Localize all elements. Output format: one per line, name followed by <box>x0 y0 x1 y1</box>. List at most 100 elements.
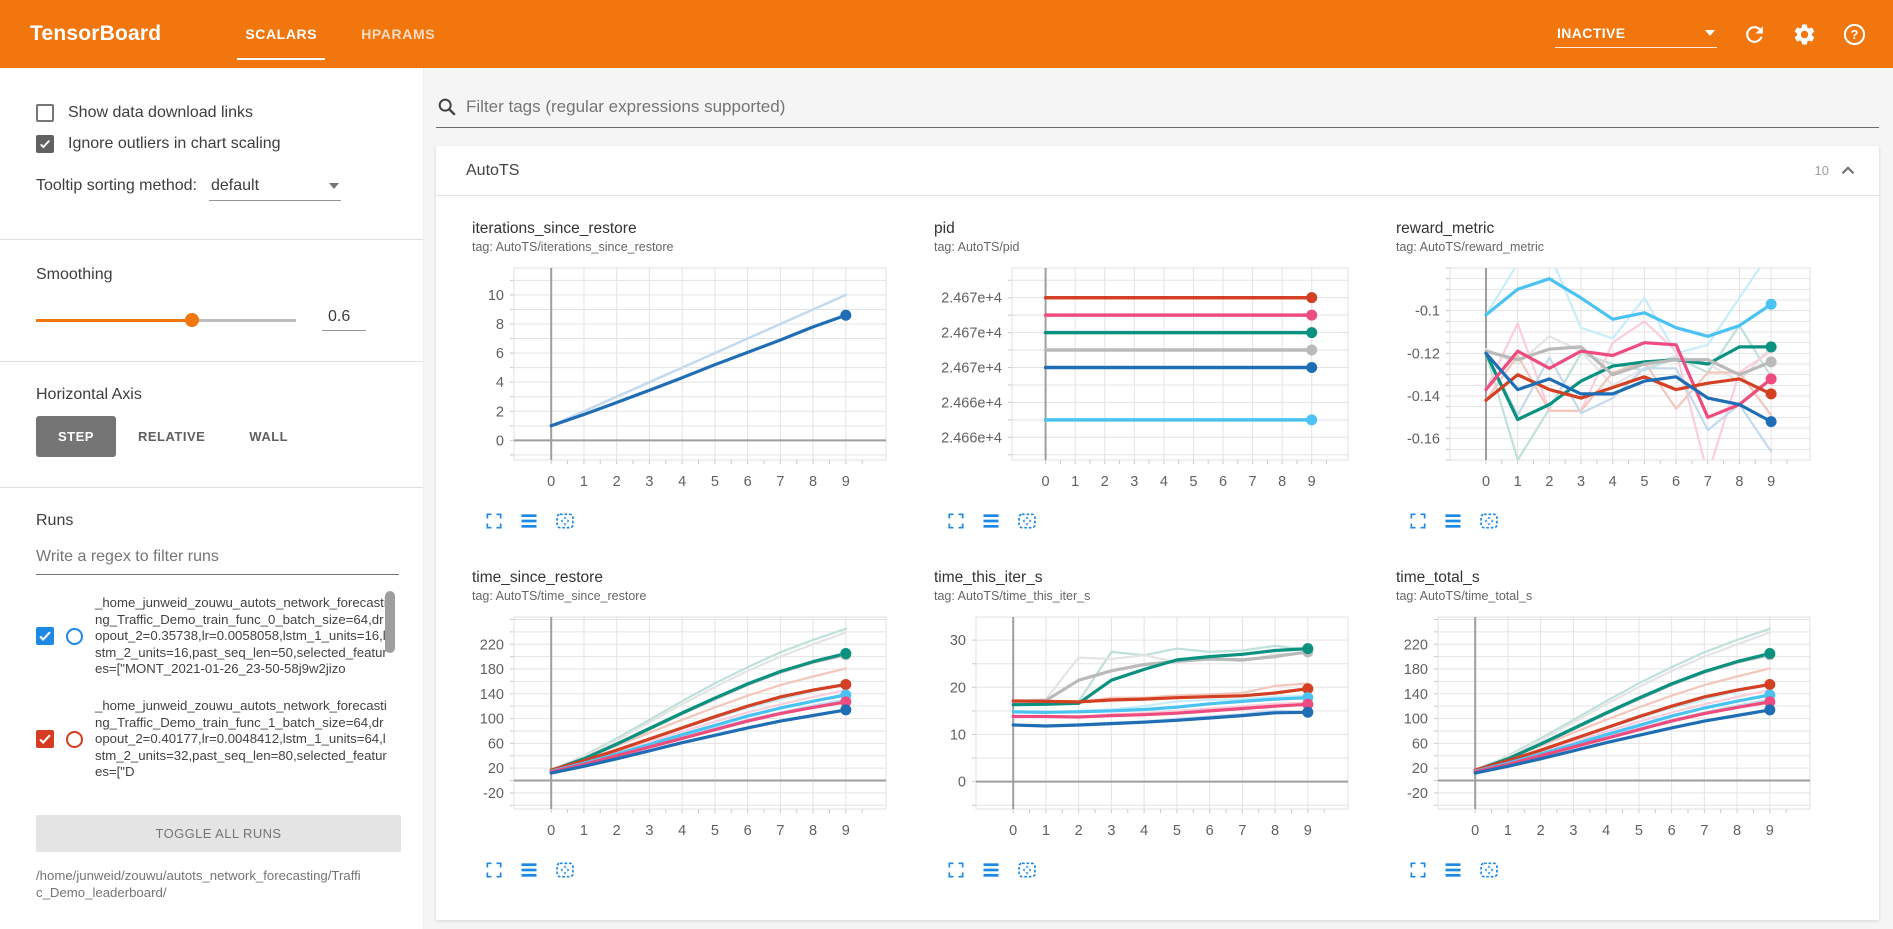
svg-text:1: 1 <box>1504 823 1512 839</box>
run-checkbox[interactable] <box>36 627 54 645</box>
svg-text:7: 7 <box>1704 474 1712 490</box>
runs-selector-icon[interactable] <box>519 511 539 531</box>
svg-text:-20: -20 <box>1407 786 1428 802</box>
chart-card-time_total_s: time_total_stag: AutoTS/time_total_s-202… <box>1378 569 1830 880</box>
svg-text:20: 20 <box>1412 761 1428 777</box>
fit-domain-icon[interactable] <box>554 860 576 880</box>
runs-selector-icon[interactable] <box>1443 860 1463 880</box>
chart-tag: tag: AutoTS/pid <box>934 240 1368 254</box>
settings-gear-icon[interactable] <box>1791 21 1817 47</box>
svg-text:0: 0 <box>547 474 555 490</box>
svg-text:4: 4 <box>1140 823 1148 839</box>
show-download-links-checkbox[interactable]: Show data download links <box>36 104 399 122</box>
ignore-outliers-checkbox[interactable]: Ignore outliers in chart scaling <box>36 135 399 153</box>
svg-text:5: 5 <box>1173 823 1181 839</box>
run-item[interactable]: _home_junweid_zouwu_autots_network_forec… <box>36 688 399 791</box>
expand-chart-icon[interactable] <box>484 511 504 531</box>
expand-chart-icon[interactable] <box>484 860 504 880</box>
svg-text:6: 6 <box>744 474 752 490</box>
runs-selector-icon[interactable] <box>1443 511 1463 531</box>
chart-tag: tag: AutoTS/time_since_restore <box>472 589 906 603</box>
logdir-path: /home/junweid/zouwu/autots_network_forec… <box>36 868 366 901</box>
run-item[interactable]: _home_junweid_zouwu_autots_network_forec… <box>36 585 399 688</box>
svg-text:4: 4 <box>678 823 686 839</box>
chart-count-badge: 10 <box>1815 163 1829 178</box>
chart-plot-iterations_since_restore[interactable]: 02468100123456789 <box>454 260 894 500</box>
svg-text:0: 0 <box>958 775 966 791</box>
svg-text:3: 3 <box>645 823 653 839</box>
reload-status-select[interactable]: INACTIVE <box>1555 21 1717 48</box>
chart-plot-time_total_s[interactable]: -2020601001401802200123456789 <box>1378 609 1818 849</box>
run-checkbox[interactable] <box>36 730 54 748</box>
runs-regex-input[interactable] <box>36 546 399 575</box>
charts-grid: iterations_since_restoretag: AutoTS/iter… <box>436 196 1879 920</box>
svg-text:6: 6 <box>744 823 752 839</box>
svg-text:8: 8 <box>1271 823 1279 839</box>
svg-text:1: 1 <box>1071 474 1079 490</box>
chart-title: time_total_s <box>1396 569 1830 587</box>
svg-text:6: 6 <box>496 346 504 362</box>
run-radio[interactable] <box>66 731 83 748</box>
run-list: _home_junweid_zouwu_autots_network_forec… <box>36 585 399 813</box>
chart-plot-reward_metric[interactable]: -0.1-0.12-0.14-0.160123456789 <box>1378 260 1818 500</box>
fit-domain-icon[interactable] <box>1478 511 1500 531</box>
chart-plot-pid[interactable]: 2.467e+42.467e+42.467e+42.466e+42.466e+4… <box>916 260 1356 500</box>
svg-text:5: 5 <box>1640 474 1648 490</box>
tag-group-header[interactable]: AutoTS 10 <box>436 146 1879 196</box>
smoothing-value[interactable]: 0.6 <box>322 308 366 331</box>
fit-domain-icon[interactable] <box>1016 511 1038 531</box>
svg-text:1: 1 <box>1042 823 1050 839</box>
refresh-icon[interactable] <box>1741 21 1767 47</box>
chart-toolbar <box>1408 860 1830 880</box>
tooltip-sorting-label: Tooltip sorting method: <box>36 177 197 195</box>
checkbox-checked-icon <box>36 135 54 153</box>
axis-wall-button[interactable]: WALL <box>227 416 310 457</box>
tag-filter-input[interactable] <box>466 97 1879 117</box>
runs-selector-icon[interactable] <box>981 511 1001 531</box>
expand-chart-icon[interactable] <box>1408 860 1428 880</box>
svg-text:8: 8 <box>1735 474 1743 490</box>
axis-step-button[interactable]: STEP <box>36 416 116 457</box>
svg-text:5: 5 <box>1635 823 1643 839</box>
svg-text:220: 220 <box>480 637 504 653</box>
smoothing-slider[interactable] <box>36 313 296 327</box>
expand-chart-icon[interactable] <box>946 511 966 531</box>
chart-card-pid: pidtag: AutoTS/pid2.467e+42.467e+42.467e… <box>916 220 1368 531</box>
chart-plot-time_this_iter_s[interactable]: 01020300123456789 <box>916 609 1356 849</box>
svg-text:6: 6 <box>1668 823 1676 839</box>
chart-plot-time_since_restore[interactable]: -2020601001401802200123456789 <box>454 609 894 849</box>
chart-title: time_this_iter_s <box>934 569 1368 587</box>
svg-text:9: 9 <box>842 823 850 839</box>
svg-text:6: 6 <box>1219 474 1227 490</box>
chart-toolbar <box>946 511 1368 531</box>
fit-domain-icon[interactable] <box>554 511 576 531</box>
horizontal-axis-label: Horizontal Axis <box>36 386 399 404</box>
runs-selector-icon[interactable] <box>981 860 1001 880</box>
svg-text:5: 5 <box>711 823 719 839</box>
tab-hparams[interactable]: HPARAMS <box>339 0 457 68</box>
tab-scalars[interactable]: SCALARS <box>223 0 339 68</box>
svg-text:2: 2 <box>1537 823 1545 839</box>
chart-card-time_since_restore: time_since_restoretag: AutoTS/time_since… <box>454 569 906 880</box>
fit-domain-icon[interactable] <box>1478 860 1500 880</box>
chart-card-iterations_since_restore: iterations_since_restoretag: AutoTS/iter… <box>454 220 906 531</box>
svg-text:180: 180 <box>1404 662 1428 678</box>
tag-filter-bar <box>436 96 1879 128</box>
toggle-all-runs-button[interactable]: TOGGLE ALL RUNS <box>36 815 401 852</box>
run-list-scrollbar[interactable] <box>385 591 395 653</box>
tooltip-sorting-select[interactable]: default <box>209 177 341 201</box>
expand-chart-icon[interactable] <box>946 860 966 880</box>
run-radio[interactable] <box>66 628 83 645</box>
slider-knob[interactable] <box>185 313 199 327</box>
svg-text:-0.14: -0.14 <box>1407 389 1440 405</box>
runs-selector-icon[interactable] <box>519 860 539 880</box>
svg-text:100: 100 <box>1404 712 1428 728</box>
svg-text:5: 5 <box>711 474 719 490</box>
svg-text:4: 4 <box>1602 823 1610 839</box>
chevron-up-icon[interactable] <box>1837 160 1859 182</box>
help-icon[interactable]: ? <box>1841 21 1867 47</box>
svg-text:100: 100 <box>480 712 504 728</box>
fit-domain-icon[interactable] <box>1016 860 1038 880</box>
expand-chart-icon[interactable] <box>1408 511 1428 531</box>
axis-relative-button[interactable]: RELATIVE <box>116 416 227 457</box>
